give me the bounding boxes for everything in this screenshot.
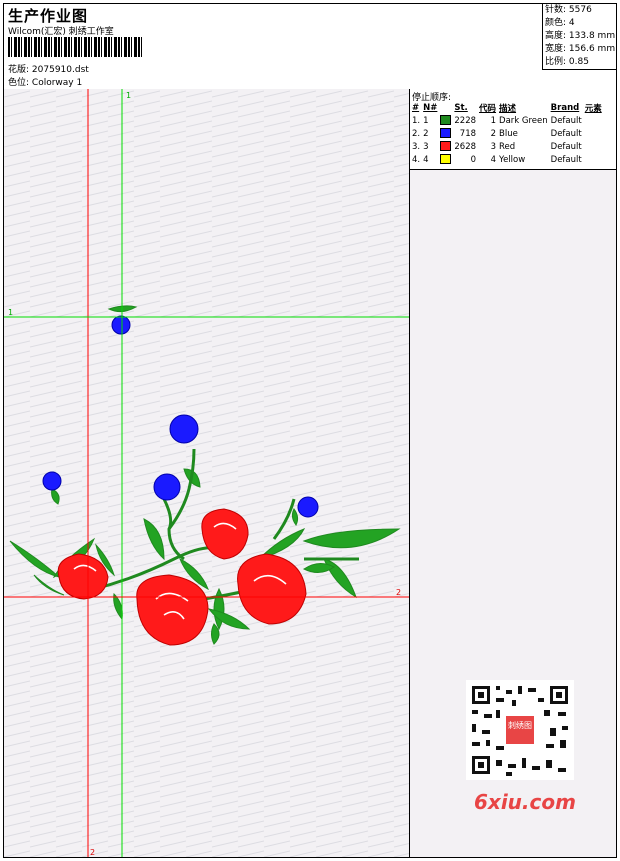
- studio-name: Wilcom(汇宏) 刺绣工作室: [8, 27, 114, 37]
- page-title: 生产作业图: [8, 7, 89, 25]
- guide-label-v2: 2: [90, 848, 95, 857]
- qr-center-logo: 刺绣图: [508, 720, 532, 730]
- table-row: 2. 2 718 2 Blue Default: [412, 128, 582, 139]
- color-swatch: [440, 115, 452, 126]
- color-swatch: [440, 128, 452, 139]
- watermark-logo: 6xiu.com: [474, 790, 576, 814]
- stat-colors: 颜色: 4: [545, 18, 575, 28]
- barcode: [8, 37, 144, 57]
- color-swatch: [440, 154, 452, 165]
- color-swatch: [440, 141, 452, 152]
- design-canvas: 1 1 2 2: [4, 89, 410, 857]
- table-row: 1. 1 2228 1 Dark Green Default: [412, 115, 582, 126]
- color-table-header: # N# St. 代码 描述 Brand 元素: [412, 102, 602, 114]
- fabric-texture: [4, 89, 409, 857]
- table-row: 4. 4 04 Yellow Default: [412, 154, 582, 165]
- stat-height: 高度: 133.8 mm: [545, 31, 616, 41]
- header: 生产作业图 Wilcom(汇宏) 刺绣工作室 花版: 2075910.dst 色…: [4, 4, 616, 90]
- stop-sequence-panel: 停止顺序: # N# St. 代码 描述 Brand 元素 1. 1 2228 …: [410, 89, 616, 170]
- colorway-row: 色位: Colorway 1: [8, 75, 82, 88]
- stat-scale: 比例: 0.85: [545, 57, 589, 67]
- guide-label-h2: 2: [396, 588, 401, 597]
- design-label: 花版:: [8, 65, 30, 75]
- design-file-row: 花版: 2075910.dst: [8, 62, 89, 75]
- colorway-value: Colorway 1: [31, 78, 83, 88]
- embroidery-drawing: 1 1 2 2: [4, 89, 409, 857]
- stat-stitches: 针数: 5576: [545, 5, 592, 15]
- guide-label-h1: 1: [8, 308, 13, 317]
- stat-width: 宽度: 156.6 mm: [545, 44, 616, 54]
- design-file: 2075910.dst: [31, 65, 89, 75]
- qr-code: 刺绣图: [466, 680, 574, 780]
- color-table: # N# St. 代码 描述 Brand 元素 1. 1 2228 1 Dark G…: [412, 101, 605, 166]
- stats-box: 针数: 5576 颜色: 4 高度: 133.8 mm 宽度: 156.6 mm…: [542, 4, 616, 70]
- colorway-label: 色位:: [8, 78, 30, 88]
- table-row: 3. 3 2628 3 Red Default: [412, 141, 582, 152]
- guide-label-v1: 1: [126, 91, 131, 100]
